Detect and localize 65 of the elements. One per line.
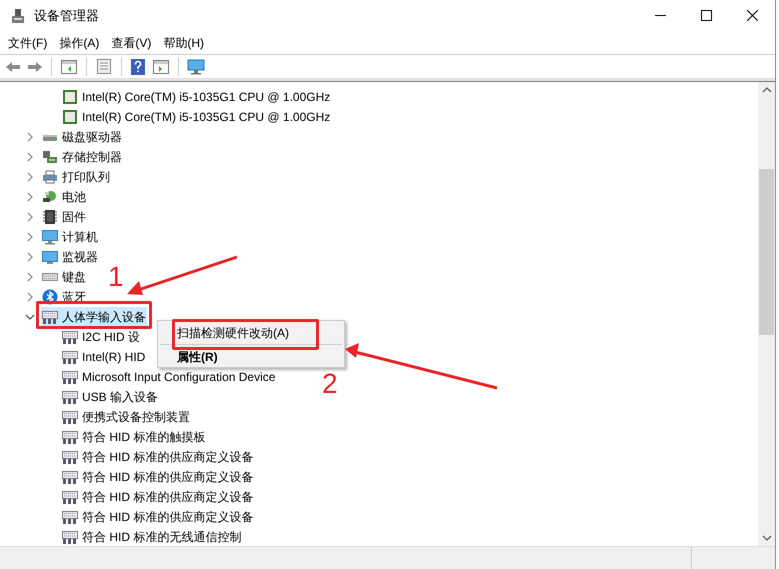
keyboard-icon	[62, 529, 78, 545]
help-icon	[131, 58, 145, 74]
tree-item[interactable]: USB 输入设备	[61, 387, 160, 407]
tree-item[interactable]: Intel(R) Core(TM) i5-1035G1 CPU @ 1.00GHz	[61, 87, 332, 107]
menu-item[interactable]: 属性(R)	[158, 347, 344, 366]
keyboard-icon	[62, 509, 78, 525]
tree-item[interactable]: 符合 HID 标准的供应商定义设备	[61, 507, 254, 527]
keyboard-icon	[62, 329, 78, 345]
scrollbar[interactable]	[758, 82, 775, 546]
chip-icon	[42, 209, 58, 225]
chip-icon	[62, 89, 78, 105]
tree-item[interactable]: Intel(R) HID	[61, 347, 146, 367]
monitor-icon	[42, 249, 58, 265]
step-number: 1	[108, 263, 124, 291]
keyboard-icon	[62, 429, 78, 445]
tree-item[interactable]: 便携式设备控制装置	[61, 407, 191, 427]
tree-item[interactable]: Intel(R) Core(TM) i5-1035G1 CPU @ 1.00GHz	[61, 107, 332, 127]
controller-icon	[42, 149, 58, 165]
menu-item[interactable]: 操作(A)	[53, 32, 106, 54]
tree-item[interactable]: 固件	[41, 207, 87, 227]
bluetooth-icon	[42, 289, 58, 305]
keyboard-icon	[42, 309, 58, 325]
help-button[interactable]	[128, 56, 148, 76]
tree-item[interactable]: 符合 HID 标准的供应商定义设备	[61, 487, 254, 507]
document-icon	[97, 59, 111, 74]
close-icon	[746, 10, 758, 21]
tree-item[interactable]: 打印队列	[41, 167, 111, 187]
tree-item[interactable]: 磁盘驱动器	[41, 127, 123, 147]
keyboard-icon	[62, 369, 78, 385]
window-pane-icon	[61, 60, 77, 74]
window-pane-icon	[153, 60, 169, 74]
scan-button[interactable]	[185, 56, 207, 76]
tree-item[interactable]: 存储控制器	[41, 147, 123, 167]
tree-item[interactable]: 电池	[41, 187, 87, 207]
menu-item[interactable]: 查看(V)	[105, 32, 158, 54]
tree-item[interactable]: Microsoft Input Configuration Device	[61, 367, 276, 387]
tree-item[interactable]: I2C HID 设	[61, 327, 142, 347]
tree-item[interactable]: 人体学输入设备	[41, 307, 147, 327]
tree-item[interactable]: 符合 HID 标准的供应商定义设备	[61, 447, 254, 467]
tree-item[interactable]: 监视器	[41, 247, 99, 267]
chip-icon	[62, 109, 78, 125]
tree-item[interactable]: 键盘	[41, 267, 87, 287]
tree-item[interactable]: 符合 HID 标准的供应商定义设备	[61, 467, 254, 487]
menu-item[interactable]: 扫描检测硬件改动(A)	[158, 323, 344, 342]
back-arrow-icon	[5, 60, 21, 72]
computer-icon	[42, 229, 58, 245]
keyboard-icon	[62, 409, 78, 425]
forward-arrow-icon	[27, 60, 43, 72]
battery-icon	[42, 189, 58, 205]
keyboard-icon	[62, 469, 78, 485]
tree-item[interactable]: 符合 HID 标准的无线通信控制	[61, 527, 242, 546]
printer-icon	[42, 169, 58, 185]
keyboard-icon	[62, 389, 78, 405]
step-number: 2	[322, 370, 338, 398]
maximize-icon	[700, 10, 712, 21]
monitor-icon	[187, 58, 205, 74]
app-icon	[10, 8, 26, 24]
window-title: 设备管理器	[34, 6, 99, 25]
tree-item[interactable]: 符合 HID 标准的触摸板	[61, 427, 206, 447]
tree-item[interactable]: 计算机	[41, 227, 99, 247]
menu-item[interactable]: 帮助(H)	[157, 32, 210, 54]
keyboard-icon	[62, 449, 78, 465]
keyboard-icon	[62, 349, 78, 365]
menu-item[interactable]: 文件(F)	[2, 32, 54, 54]
keyboard-icon	[62, 489, 78, 505]
